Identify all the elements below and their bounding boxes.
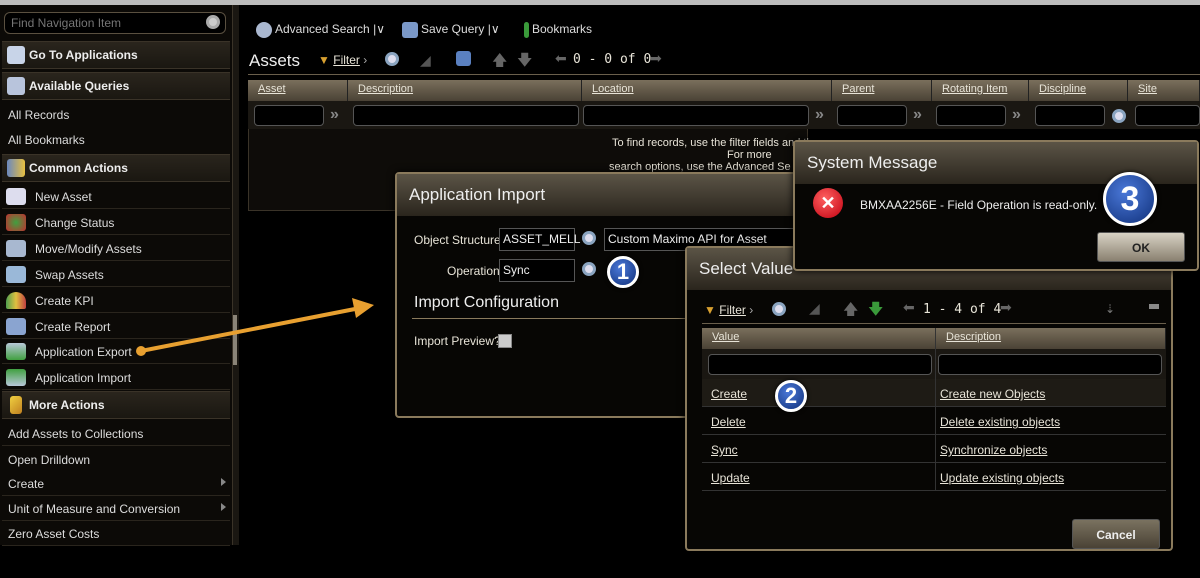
arrow-dot bbox=[136, 346, 146, 356]
annotation-arrow bbox=[136, 298, 374, 356]
arrow-line bbox=[140, 306, 361, 353]
arrow-head bbox=[352, 298, 374, 318]
